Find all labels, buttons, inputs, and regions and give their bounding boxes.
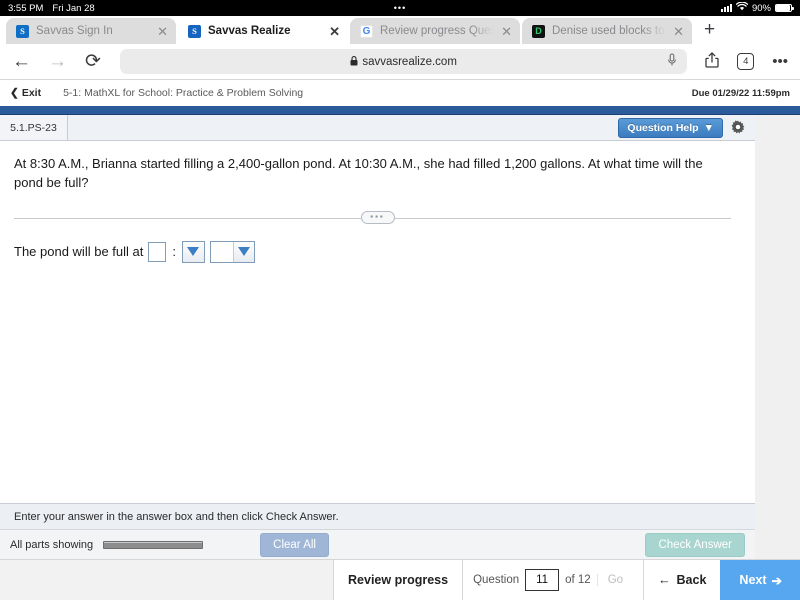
- more-options-icon[interactable]: •••: [772, 54, 788, 69]
- parts-progress-bar: [103, 540, 204, 549]
- arrow-right-icon: ➔: [771, 573, 782, 588]
- next-label: Next: [739, 573, 767, 587]
- app-accent-band: [0, 106, 800, 115]
- battery-percent: 90%: [751, 2, 771, 14]
- browser-tab-0[interactable]: S Savvas Sign In ✕: [6, 18, 176, 44]
- browser-tab-title: Review progress Questio: [380, 25, 495, 37]
- back-label: Back: [676, 573, 707, 587]
- back-icon[interactable]: ←: [12, 52, 31, 71]
- answer-row: The pond will be full at :: [14, 240, 741, 263]
- bottom-nav-group: Review progress Question 11 of 12 Go ← B…: [333, 560, 800, 600]
- question-header: 5.1.PS-23 Question Help ▼: [0, 115, 755, 141]
- lock-icon: [350, 55, 358, 68]
- status-bar-left: 3:55 PM Fri Jan 28: [8, 3, 95, 14]
- url-inner: savvasrealize.com: [350, 56, 457, 68]
- next-button[interactable]: Next ➔: [720, 560, 800, 600]
- browser-toolbar: ← → ⟳ savvasrealize.com 4 •••: [0, 44, 800, 80]
- ios-status-bar: 3:55 PM Fri Jan 28 ••• 90%: [0, 0, 800, 16]
- question-navigator: Question 11 of 12 Go: [462, 560, 644, 600]
- answer-prompt: The pond will be full at: [14, 244, 144, 260]
- browser-tab-2[interactable]: G Review progress Questio ✕: [350, 18, 520, 44]
- go-button[interactable]: Go: [596, 574, 633, 586]
- ampm-dropdown-button[interactable]: [232, 241, 254, 262]
- clear-all-button[interactable]: Clear All: [260, 532, 329, 557]
- url-text: savvasrealize.com: [362, 55, 457, 68]
- browser-tab-title: Savvas Sign In: [36, 25, 113, 37]
- question-number-input[interactable]: 11: [525, 569, 560, 591]
- minutes-dropdown[interactable]: [181, 240, 205, 263]
- question-help-button[interactable]: Question Help ▼: [618, 117, 723, 138]
- question-help-label: Question Help: [627, 121, 699, 134]
- question-total-label: of 12: [565, 574, 591, 586]
- url-bar[interactable]: savvasrealize.com: [120, 49, 688, 74]
- bottom-navigation: Review progress Question 11 of 12 Go ← B…: [0, 559, 800, 600]
- cellular-signal-icon: [720, 4, 732, 12]
- due-date-text: Due 01/29/22 11:59pm: [691, 87, 790, 99]
- time-separator: :: [172, 244, 176, 260]
- savvas-icon: S: [16, 24, 29, 38]
- question-id: 5.1.PS-23: [0, 115, 68, 140]
- share-icon[interactable]: [705, 52, 719, 71]
- browser-tab-title: Denise used blocks to ma: [552, 25, 666, 37]
- question-text: At 8:30 A.M., Brianna started filling a …: [14, 156, 703, 190]
- status-time: 3:55 PM: [8, 2, 44, 14]
- reload-icon[interactable]: ⟳: [84, 52, 102, 71]
- chevron-down-icon: ▼: [703, 121, 714, 134]
- tab-count-button[interactable]: 4: [737, 53, 755, 70]
- browser-tab-title: Savvas Realize: [208, 25, 291, 37]
- back-button[interactable]: ← Back: [643, 560, 721, 600]
- close-icon[interactable]: ✕: [673, 25, 684, 38]
- browser-tab-1[interactable]: S Savvas Realize ✕: [178, 18, 348, 44]
- review-progress-button[interactable]: Review progress: [333, 560, 463, 600]
- chevron-down-icon: [187, 247, 200, 257]
- exit-button[interactable]: ❮ Exit: [10, 87, 41, 99]
- browser-tab-3[interactable]: D Denise used blocks to ma ✕: [522, 18, 692, 44]
- parts-status-label: All parts showing: [10, 538, 94, 551]
- question-body: At 8:30 A.M., Brianna started filling a …: [0, 141, 755, 503]
- gear-icon[interactable]: [731, 120, 745, 136]
- chevron-down-icon: [237, 247, 250, 257]
- action-bar: All parts showing Clear All Check Answer: [0, 529, 755, 559]
- status-date: Fri Jan 28: [52, 2, 95, 14]
- status-bar-right: 90%: [720, 1, 794, 14]
- chevron-left-icon: ❮: [10, 87, 19, 99]
- google-icon: G: [360, 24, 373, 38]
- app-header: ❮ Exit 5-1: MathXL for School: Practice …: [0, 80, 800, 106]
- mic-icon[interactable]: [667, 53, 677, 70]
- battery-icon: [775, 3, 794, 13]
- mathxl-player: 5.1.PS-23 Question Help ▼ At 8:30 A.M., …: [0, 115, 800, 559]
- close-icon[interactable]: ✕: [501, 25, 512, 38]
- close-icon[interactable]: ✕: [329, 25, 340, 38]
- hour-input[interactable]: [148, 241, 167, 262]
- hint-bar: Enter your answer in the answer box and …: [0, 503, 755, 529]
- check-answer-button[interactable]: Check Answer: [645, 532, 745, 557]
- resize-divider[interactable]: ▪▪▪: [14, 210, 741, 225]
- forward-icon[interactable]: →: [48, 52, 67, 71]
- wifi-icon: [735, 1, 749, 14]
- savvas-icon: S: [188, 24, 201, 38]
- player-content: 5.1.PS-23 Question Help ▼ At 8:30 A.M., …: [0, 115, 755, 559]
- ampm-dropdown[interactable]: [209, 240, 255, 263]
- new-tab-button[interactable]: +: [694, 20, 725, 41]
- document-icon: D: [532, 24, 545, 38]
- exit-label: Exit: [21, 87, 42, 99]
- divider-drag-handle[interactable]: ▪▪▪: [360, 210, 395, 224]
- question-label: Question: [473, 574, 520, 586]
- browser-tab-strip: S Savvas Sign In ✕ S Savvas Realize ✕ G …: [0, 16, 800, 44]
- arrow-left-icon: ←: [658, 573, 671, 587]
- assignment-title: 5-1: MathXL for School: Practice & Probl…: [63, 87, 304, 99]
- status-center-dots: •••: [393, 3, 407, 13]
- close-icon[interactable]: ✕: [157, 25, 168, 38]
- hint-text: Enter your answer in the answer box and …: [14, 510, 339, 523]
